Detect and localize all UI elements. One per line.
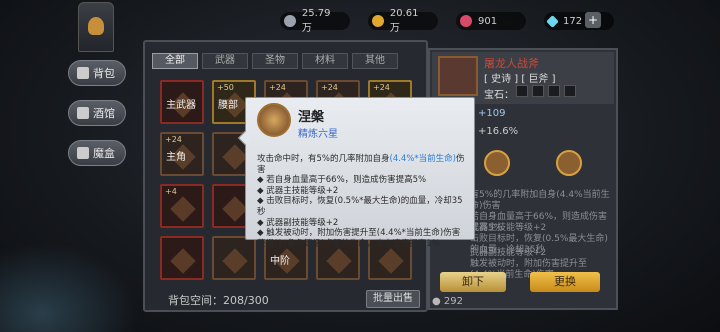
slot-level: +24 [321, 83, 338, 92]
tooltip-intro: 攻击命中时，有5%的几率附加自身(4.4%*当前生命)伤害 [257, 154, 471, 175]
currency-gold-value: 20.61万 [389, 8, 419, 34]
tooltip-bullet: ◆ 若自身血量高于66%，则造成伤害提高5% [257, 175, 427, 186]
slot-level: +24 [165, 135, 182, 144]
gem-slot[interactable] [548, 85, 560, 97]
tooltip-bullet: ◆ 触发被动时，附加伤害提升至(4.4%*当前生命)伤害 [257, 228, 461, 239]
diamond-icon [546, 14, 559, 28]
tooltip-bullet-text: 击败目标时，恢复(0.5%*最大生命)的血量，冷却35秒 [257, 196, 463, 217]
currency-gem: 901 [456, 12, 526, 30]
inventory-tabs: 全部 武器 圣物 材料 其他 [152, 53, 398, 69]
side-menu: 背包 酒馆 魔盒 [68, 60, 126, 166]
side-menu-tavern-label: 酒馆 [93, 107, 115, 120]
item-icon [170, 248, 196, 274]
batch-sell-button[interactable]: 批量出售 [366, 290, 420, 308]
slot-label: 中阶 [270, 256, 290, 267]
silver-coin-icon [284, 15, 296, 27]
currency-silver-value: 25.79万 [301, 8, 331, 34]
slot-label: 主角 [166, 152, 186, 163]
tab-weapon[interactable]: 武器 [202, 53, 248, 69]
tooltip-bullet-text: 触发被动时，附加伤害提升至(4.4%*当前生命)伤害 [266, 228, 461, 239]
currency-diamond: 172 [544, 12, 614, 30]
inventory-slot[interactable] [212, 236, 256, 280]
tooltip-subtitle: 精炼六星 [298, 129, 338, 140]
item-passive-text: 武器副技能等级+2 [470, 248, 547, 258]
add-diamond-button[interactable]: + [585, 12, 601, 28]
item-icon [326, 248, 352, 274]
inventory-slot[interactable] [160, 236, 204, 280]
slot-level: +24 [269, 83, 286, 92]
item-passive-text: 武器主技能等级+2 [470, 223, 547, 233]
tab-material[interactable]: 材料 [302, 53, 348, 69]
skill-icon [257, 103, 291, 137]
inventory-slot[interactable]: 主武器 [160, 80, 204, 124]
side-menu-tavern[interactable]: 酒馆 [68, 100, 126, 126]
item-stat-2: +16.6% [478, 126, 519, 137]
tooltip-bullet-text: 武器主技能等级+2 [266, 185, 339, 196]
tooltip-bullet-text: 武器副技能等级+2 [266, 217, 339, 228]
currency-gold: 20.61万 [368, 8, 438, 34]
slot-level: +50 [217, 83, 234, 92]
tooltip-last-line: 获得(1*角色等级)点额外生命，攻击速度提高1% [257, 238, 440, 249]
tavern-icon [77, 107, 89, 119]
item-coin-value: ● 292 [432, 296, 463, 307]
slot-label: 主武器 [166, 100, 196, 111]
slot-label: 腰部 [218, 100, 238, 111]
slot-level: +4 [165, 187, 177, 196]
slot-level: +24 [373, 83, 390, 92]
tab-other[interactable]: 其他 [352, 53, 398, 69]
item-rarity: [ 史诗 ] [ 巨斧 ] [484, 74, 556, 85]
gem-slot[interactable] [532, 85, 544, 97]
capacity-label-text: 背包空间： [168, 294, 223, 307]
currency-diamond-value: 172 [563, 15, 583, 27]
item-coin-text: 292 [443, 296, 463, 307]
gem-label: 宝石： [484, 90, 514, 101]
tooltip-bullet: ◆ 击败目标时，恢复(0.5%*最大生命)的血量，冷却35秒 [257, 196, 463, 217]
side-menu-magic-box[interactable]: 魔盒 [68, 140, 126, 166]
capacity-label: 背包空间：208/300 [168, 292, 269, 308]
inventory-slot[interactable]: +24 主角 [160, 132, 204, 176]
gem-slot[interactable] [516, 85, 528, 97]
magic-box-icon [77, 147, 89, 159]
tooltip-intro-highlight: (4.4%*当前生命) [389, 154, 456, 164]
item-stat-1: +109 [478, 108, 506, 119]
decorative-portal [0, 242, 140, 332]
skill-icon[interactable] [556, 150, 582, 176]
tooltip-intro-text: 攻击命中时，有5%的几率附加自身 [257, 154, 390, 164]
item-icon [222, 248, 248, 274]
currency-silver: 25.79万 [280, 8, 350, 34]
item-name: 屠龙人战斧 [484, 57, 539, 70]
gold-coin-icon [372, 15, 384, 27]
bag-icon [77, 67, 89, 79]
unequip-button[interactable]: 卸下 [440, 272, 506, 292]
item-portrait [438, 56, 478, 96]
item-icon [222, 196, 248, 222]
gem-slot[interactable] [564, 85, 576, 97]
side-menu-magic-box-label: 魔盒 [93, 147, 115, 160]
tooltip-bullet: ◆ 武器主技能等级+2 [257, 185, 339, 196]
item-passive-text: 有5%的几率附加自身(4.4%当前生命)伤害 [470, 190, 610, 211]
capacity-value: 208/300 [223, 294, 269, 307]
tooltip-body: 攻击命中时，有5%的几率附加自身(4.4%*当前生命)伤害 ◆ 若自身血量高于6… [257, 154, 471, 249]
currency-bar: 25.79万 20.61万 901 172 [280, 8, 614, 34]
item-icon [222, 144, 248, 170]
tooltip-bullet-text: 若自身血量高于66%，则造成伤害提高5% [266, 175, 427, 186]
tooltip-title: 涅槃 [298, 110, 325, 125]
swap-button[interactable]: 更换 [530, 272, 600, 292]
side-menu-bag[interactable]: 背包 [68, 60, 126, 86]
currency-gem-value: 901 [478, 15, 498, 27]
item-icon [170, 196, 196, 222]
tab-relic[interactable]: 圣物 [252, 53, 298, 69]
red-gem-icon [460, 15, 472, 27]
skill-icon[interactable] [484, 150, 510, 176]
inventory-slot[interactable]: +4 [160, 184, 204, 228]
item-icon [378, 248, 404, 274]
side-menu-bag-label: 背包 [93, 67, 115, 80]
tooltip-bullet: ◆ 武器副技能等级+2 [257, 217, 339, 228]
lamp-icon [78, 2, 114, 52]
tab-all[interactable]: 全部 [152, 53, 198, 69]
